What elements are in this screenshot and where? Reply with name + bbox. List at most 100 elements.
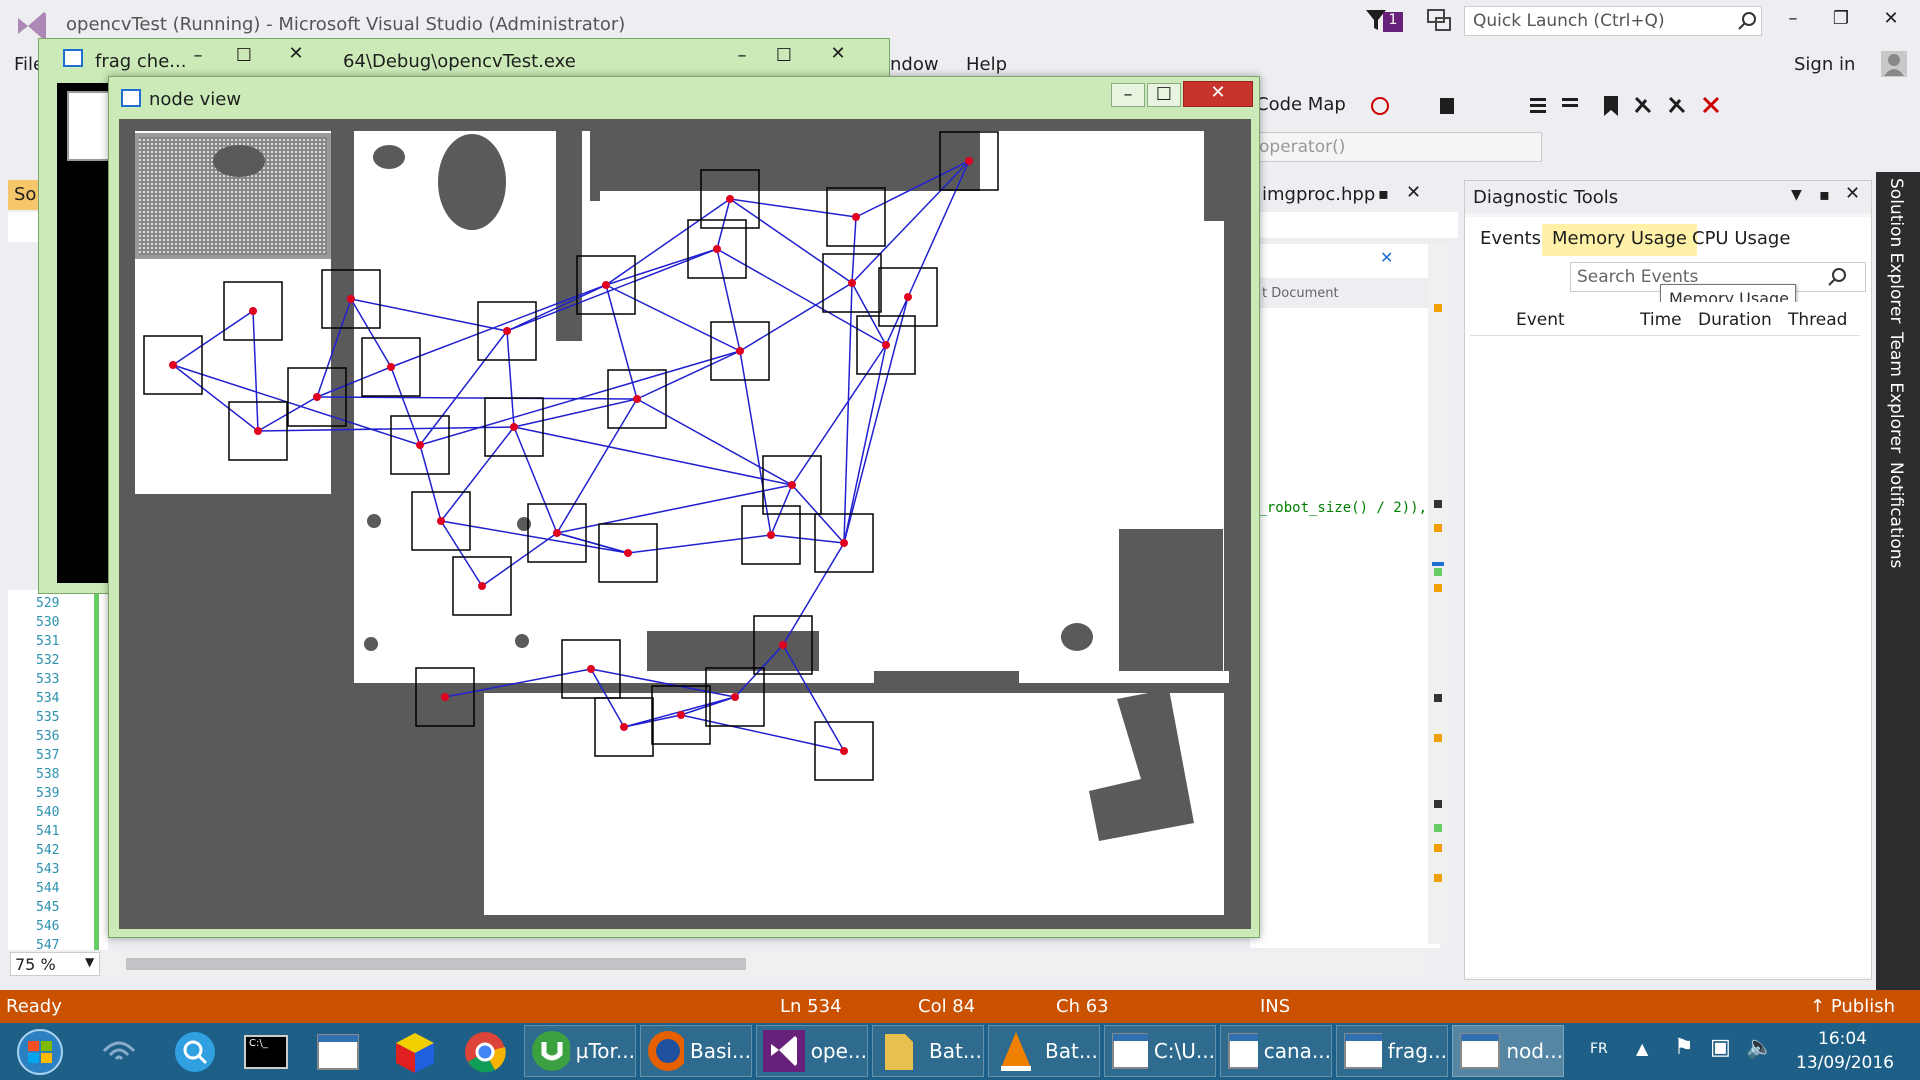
status-line: Ln 534 <box>780 996 842 1017</box>
taskbar-item-node-view[interactable]: nod... <box>1452 1025 1564 1077</box>
close-icon[interactable]: ✕ <box>1845 183 1860 204</box>
taskbar-item-visual-studio[interactable]: ope... <box>756 1025 868 1077</box>
navigation-bar[interactable] <box>1258 212 1458 238</box>
frag-restore-button[interactable]: ☐ <box>229 45 259 66</box>
taskbar-item-frag[interactable]: frag... <box>1336 1025 1448 1077</box>
menu-window[interactable]: ndow <box>890 54 939 75</box>
line-number: 532 <box>36 653 60 668</box>
rubiks-cube-icon[interactable] <box>392 1029 438 1075</box>
taskbar-item-cmd[interactable]: C:\U... <box>1104 1025 1216 1077</box>
taskbar-item-vlc[interactable]: Bat... <box>988 1025 1100 1077</box>
taskbar-item-canal[interactable]: cana... <box>1220 1025 1332 1077</box>
node-marker <box>882 341 890 349</box>
code-line: t_robot_size() / 2)), <box>1250 500 1428 516</box>
taskbar-item-firefox[interactable]: Basi... <box>640 1025 752 1077</box>
vs-window-title: opencvTest (Running) - Microsoft Visual … <box>66 14 626 35</box>
frag-minimize-button[interactable]: – <box>183 45 213 66</box>
network-icon[interactable]: ▣ <box>1710 1035 1731 1060</box>
column-time[interactable]: Time <box>1640 310 1682 330</box>
quick-launch-input[interactable]: Quick Launch (Ctrl+Q) <box>1464 6 1762 36</box>
column-duration[interactable]: Duration <box>1698 310 1772 330</box>
publish-button[interactable]: ↑ Publish <box>1810 996 1895 1017</box>
line-number: 546 <box>36 919 60 934</box>
diagnostic-title: Diagnostic Tools <box>1473 187 1619 208</box>
code-map-button[interactable]: Code Map <box>1256 94 1346 115</box>
node-minimize-button[interactable]: – <box>1111 83 1145 107</box>
operator-dropdown-value: operator() <box>1259 137 1346 157</box>
node-marker <box>602 281 610 289</box>
column-event[interactable]: Event <box>1516 310 1565 330</box>
vlc-icon <box>1001 1032 1031 1071</box>
vs-minimize-button[interactable]: – <box>1778 8 1808 38</box>
column-thread[interactable]: Thread <box>1788 310 1847 330</box>
document-dropdown[interactable]: t Document <box>1258 280 1438 308</box>
line-number: 545 <box>36 900 60 915</box>
line-number: 537 <box>36 748 60 763</box>
taskbar-item-label: µTor... <box>575 1039 635 1063</box>
scrollbar-thumb[interactable] <box>126 958 746 970</box>
editor-horizontal-scrollbar[interactable] <box>104 952 1424 976</box>
window-app-icon <box>1228 1033 1258 1069</box>
pin-icon[interactable]: ▪ <box>1378 184 1389 203</box>
clock-date[interactable]: 13/09/2016 <box>1796 1053 1894 1073</box>
dropdown-icon[interactable]: ▼ <box>1791 187 1802 203</box>
line-number: 533 <box>36 672 60 687</box>
cmd-icon[interactable]: C:\_ <box>244 1035 288 1069</box>
clock-time[interactable]: 16:04 <box>1818 1029 1867 1049</box>
show-hidden-icons-icon[interactable]: ▲ <box>1636 1039 1648 1058</box>
menu-help[interactable]: Help <box>966 54 1007 75</box>
window-app-icon <box>121 89 141 107</box>
node-marker <box>416 441 424 449</box>
editor-vertical-scrollbar[interactable] <box>1428 244 1450 944</box>
line-number: 529 <box>36 596 60 611</box>
vs-close-button[interactable]: ✕ <box>1876 8 1906 38</box>
flag-icon[interactable]: ⚑ <box>1674 1035 1694 1060</box>
node-marker <box>313 393 321 401</box>
magnifier-icon[interactable] <box>172 1029 218 1075</box>
side-tab-team-explorer[interactable]: Team Explorer <box>1886 332 1906 453</box>
chevron-down-icon: ▼ <box>85 955 95 969</box>
window-app-icon[interactable] <box>316 1033 360 1071</box>
node-view-window[interactable]: node view – ☐ ✕ <box>108 76 1260 938</box>
user-avatar-icon[interactable] <box>1880 50 1908 78</box>
language-indicator[interactable]: FR <box>1590 1041 1608 1057</box>
line-number: 544 <box>36 881 60 896</box>
close-tab-icon[interactable]: ✕ <box>1406 182 1421 203</box>
zoom-dropdown[interactable]: 75 % ▼ <box>10 952 100 976</box>
node-close-button[interactable]: ✕ <box>1183 81 1253 107</box>
editor-tab-label: imgproc.hpp <box>1262 184 1376 205</box>
feedback-icon[interactable] <box>1426 8 1454 34</box>
start-button-icon[interactable] <box>12 1027 68 1077</box>
taskbar-item-bat-folder[interactable]: Bat... <box>872 1025 984 1077</box>
find-bar[interactable]: ✕ <box>1258 244 1428 278</box>
folder-icon <box>885 1034 913 1070</box>
taskbar-item-utorrent[interactable]: µTor... <box>524 1025 636 1077</box>
sign-in-link[interactable]: Sign in <box>1794 54 1855 75</box>
frag-close-button[interactable]: ✕ <box>281 43 311 64</box>
tab-cpu-usage[interactable]: CPU Usage <box>1682 224 1800 256</box>
wifi-tool-icon[interactable] <box>96 1031 142 1071</box>
vs-restore-button[interactable]: ❐ <box>1826 8 1856 38</box>
chrome-icon[interactable] <box>462 1029 508 1075</box>
visual-studio-icon <box>763 1030 805 1072</box>
notification-badge[interactable]: 1 <box>1383 12 1403 32</box>
code-editor[interactable]: t_robot_size() / 2)), <box>1250 308 1440 948</box>
firefox-icon <box>648 1031 684 1071</box>
node-marker <box>713 245 721 253</box>
status-ready: Ready <box>6 996 62 1017</box>
console-minimize-button[interactable]: – <box>727 45 757 66</box>
node-marker <box>503 327 511 335</box>
operator-dropdown[interactable]: operator() <box>1250 132 1542 162</box>
clear-find-icon[interactable]: ✕ <box>1380 248 1393 267</box>
side-tab-notifications[interactable]: Notifications <box>1886 462 1906 568</box>
status-bar: Ready Ln 534 Col 84 Ch 63 INS ↑ Publish <box>0 990 1920 1023</box>
console-close-button[interactable]: ✕ <box>823 43 853 64</box>
tab-events[interactable]: Events <box>1470 224 1551 256</box>
volume-icon[interactable]: 🔈 <box>1746 1035 1773 1060</box>
node-restore-button[interactable]: ☐ <box>1147 83 1181 107</box>
tab-memory-usage[interactable]: Memory Usage <box>1542 224 1698 256</box>
editor-tab-imgproc[interactable]: imgproc.hpp ▪ ✕ <box>1258 182 1458 210</box>
console-restore-button[interactable]: ☐ <box>769 45 799 66</box>
pin-icon[interactable]: ▪ <box>1819 185 1830 204</box>
side-tab-solution-explorer[interactable]: Solution Explorer <box>1886 178 1906 323</box>
